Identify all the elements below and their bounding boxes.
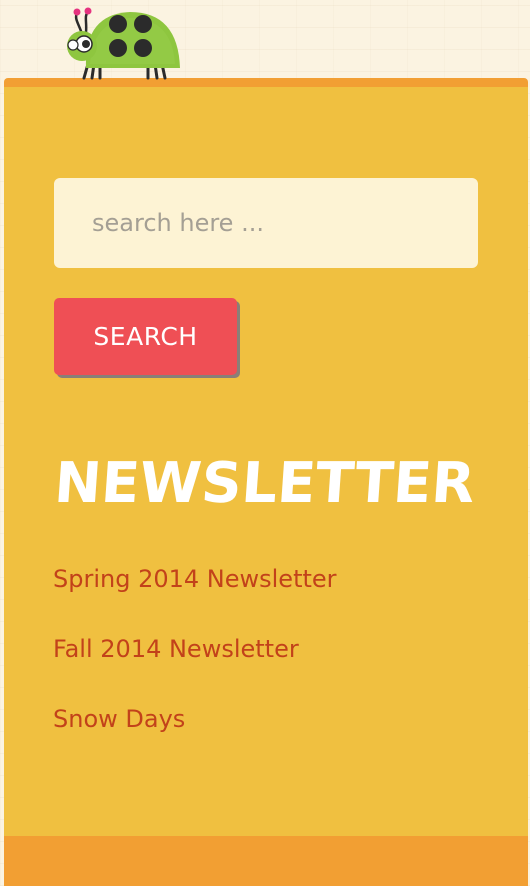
ladybug-icon	[67, 7, 180, 80]
panel-footer-bar	[4, 836, 528, 886]
newsletter-list: Spring 2014 Newsletter Fall 2014 Newslet…	[53, 557, 337, 767]
list-item: Fall 2014 Newsletter	[53, 627, 337, 697]
search-input[interactable]	[54, 178, 478, 268]
sidebar-panel: SEARCH NEWSLETTER Spring 2014 Newsletter…	[4, 78, 528, 886]
search-button[interactable]: SEARCH	[54, 298, 237, 375]
list-item: Snow Days	[53, 697, 337, 767]
newsletter-link-snow-days[interactable]: Snow Days	[53, 705, 185, 733]
list-item: Spring 2014 Newsletter	[53, 557, 337, 627]
newsletter-link-spring-2014[interactable]: Spring 2014 Newsletter	[53, 565, 337, 593]
newsletter-link-fall-2014[interactable]: Fall 2014 Newsletter	[53, 635, 299, 663]
newsletter-heading: NEWSLETTER	[52, 451, 477, 516]
